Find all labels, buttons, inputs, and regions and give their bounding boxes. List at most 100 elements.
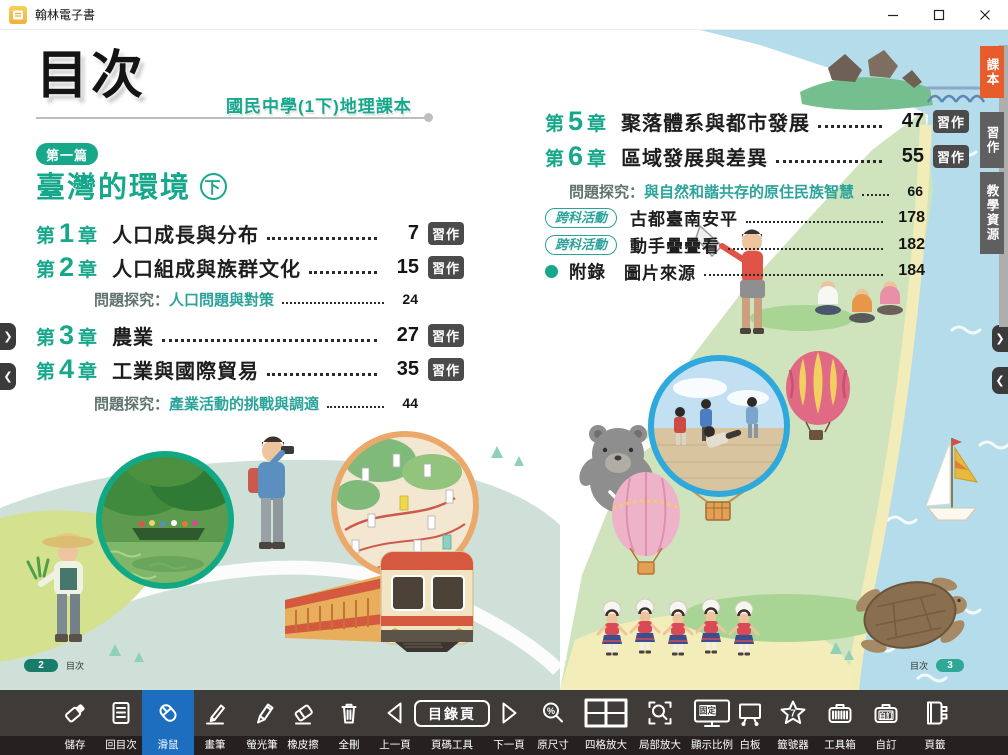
inquiry-page-number: 24 [392,291,418,307]
maximize-icon [933,9,945,21]
tool-area-zoom[interactable]: 局部放大 [634,690,686,755]
tool-back-to-toc[interactable]: 回目次 [95,690,147,755]
tool-page-tabs[interactable]: 頁籤 [909,690,961,755]
window-title: 翰林電子書 [35,6,95,23]
right-page-footer: 目次 3 [910,659,964,672]
app-icon [9,6,27,24]
workbook-badge[interactable]: 習作 [428,324,464,347]
custom-case-icon: 自訂 [871,692,901,734]
toc-chapter-row[interactable]: 第4章工業與國際貿易35習作 [36,352,464,386]
toc-chapter-row[interactable]: 第6章區域發展與差異55習作 [545,139,969,174]
workbook-badge[interactable]: 習作 [428,256,464,279]
toc-chapter-row[interactable]: 第5章聚落體系與都市發展47習作 [545,104,969,139]
tool-original-size[interactable]: % 原尺寸 [527,690,579,755]
toc-inquiry-row[interactable]: 問題探究：人口問題與對策 24 [94,286,464,312]
inquiry-title: 與自然和諧共存的原住民族智慧 [644,181,854,202]
book-spread: 目次 國民中學(1下)地理課本 第一篇 臺灣的環境 下 第1章人口成長與分布7習… [0,30,1008,690]
chapter-page-number: 7 [385,222,419,245]
mouse-icon [153,692,183,734]
tool-save[interactable]: 儲存 [49,690,101,755]
app-window: 翰林電子書 [0,0,1008,755]
activity-page-number: 178 [891,209,925,227]
tool-toolbox[interactable]: 工具箱 [814,690,866,755]
four-pane-grid-icon [583,692,629,734]
page-tabs-icon [920,692,950,734]
chapter-page-number: 27 [385,324,419,347]
chapter-page-number: 35 [385,358,419,381]
right-edge-back-button[interactable]: ❮ [992,367,1008,394]
page-title: 目次 [36,50,146,102]
toc-appendix-row[interactable]: 附錄圖片來源184 [545,258,969,284]
tab-workbook[interactable]: 習作 [980,112,1004,168]
left-edge-forward-button[interactable]: ❯ [0,323,16,350]
cross-subject-badge: 跨科活動 [545,235,617,255]
svg-text:自訂: 自訂 [879,711,893,720]
toolbox-icon [825,692,855,734]
chapter-title: 區域發展與差異 [621,142,768,171]
eraser-icon [288,692,318,734]
toc-chapter-row[interactable]: 第1章人口成長與分布7習作 [36,216,464,250]
minimize-button[interactable] [870,0,916,29]
dot-leader [309,271,377,274]
inquiry-page-number: 44 [392,395,418,411]
toc-inquiry-row[interactable]: 問題探究：與自然和諧共存的原住民族智慧66 [569,178,969,204]
svg-text:固定: 固定 [699,706,717,716]
toc-chapter-row[interactable]: 第2章人口組成與族群文化15習作 [36,250,464,284]
tool-quad-zoom[interactable]: 四格放大 [576,690,636,755]
chapter-label: 第2章 [36,252,97,283]
chapter-label: 第4章 [36,354,97,385]
appendix-page-number: 184 [891,262,925,280]
highlighter-icon [247,692,277,734]
workbook-badge[interactable]: 習作 [428,358,464,381]
part-badge: 第一篇 [36,143,98,165]
toc-inquiry-row[interactable]: 問題探究：產業活動的挑戰與調適44 [94,390,464,416]
chapter-page-number: 47 [890,110,924,133]
tool-page-number[interactable]: 目錄頁 頁碼工具 [410,690,494,755]
dot-leader [818,125,882,128]
left-footer-label: 目次 [66,659,84,672]
inquiry-label: 問題探究： [94,289,169,310]
activity-title: 動手疊疊看 [630,232,720,257]
close-button[interactable] [962,0,1008,29]
appendix-label: 附錄 [569,259,606,284]
trash-icon [334,692,364,734]
activity-page-number: 182 [891,236,925,254]
toc-right-column: 第5章聚落體系與都市發展47習作第6章區域發展與差異55習作問題探究：與自然和諧… [545,104,969,284]
svg-text:%: % [547,706,555,716]
inquiry-label: 問題探究： [94,393,169,414]
toc-activity-row[interactable]: 跨科活動動手疊疊看 182 [545,231,969,258]
svg-text:7: 7 [790,709,796,720]
book-subtitle: 國民中學(1下)地理課本 [226,92,412,117]
tool-delete-all[interactable]: 全刪 [323,690,375,755]
tool-number-picker[interactable]: 7 籤號器 [767,690,819,755]
workbook-badge[interactable]: 習作 [933,145,969,168]
left-edge-back-button[interactable]: ❮ [0,363,16,390]
workbook-badge[interactable]: 習作 [428,222,464,245]
chapter-title: 農業 [112,321,154,350]
tab-textbook[interactable]: 課本 [980,46,1004,98]
right-edge-forward-button[interactable]: ❯ [992,325,1008,352]
dot-leader [327,406,384,408]
toc-activity-row[interactable]: 跨科活動古都臺南安平178 [545,204,969,231]
tool-custom[interactable]: 自訂 自訂 [860,690,912,755]
right-footer-label: 目次 [910,659,928,672]
tab-teaching-resources[interactable]: 教學資源 [980,172,1004,254]
tool-eraser[interactable]: 橡皮擦 [277,690,329,755]
whiteboard-icon [735,692,765,734]
tool-pen[interactable]: 畫筆 [189,690,241,755]
page-number-button[interactable]: 目錄頁 [414,700,490,727]
right-page-number: 3 [936,659,964,672]
volume-mark: 下 [200,173,227,200]
chapter-label: 第5章 [545,106,606,137]
zoom-percent-icon: % [538,692,568,734]
activity-title: 古都臺南安平 [630,205,738,230]
workbook-badge[interactable]: 習作 [933,110,969,133]
inquiry-title: 人口問題與對策 [169,289,274,310]
maximize-button[interactable] [916,0,962,29]
dot-leader [746,221,883,223]
tool-mouse[interactable]: 滑鼠 [142,690,194,755]
toc-chapter-row[interactable]: 第3章農業27習作 [36,318,464,352]
dot-leader [862,194,889,196]
bottom-toolbar: 儲存 回目次 滑鼠 畫筆 螢光筆 橡皮擦 全刪 上一頁 [0,690,1008,755]
chapter-page-number: 55 [890,145,924,168]
